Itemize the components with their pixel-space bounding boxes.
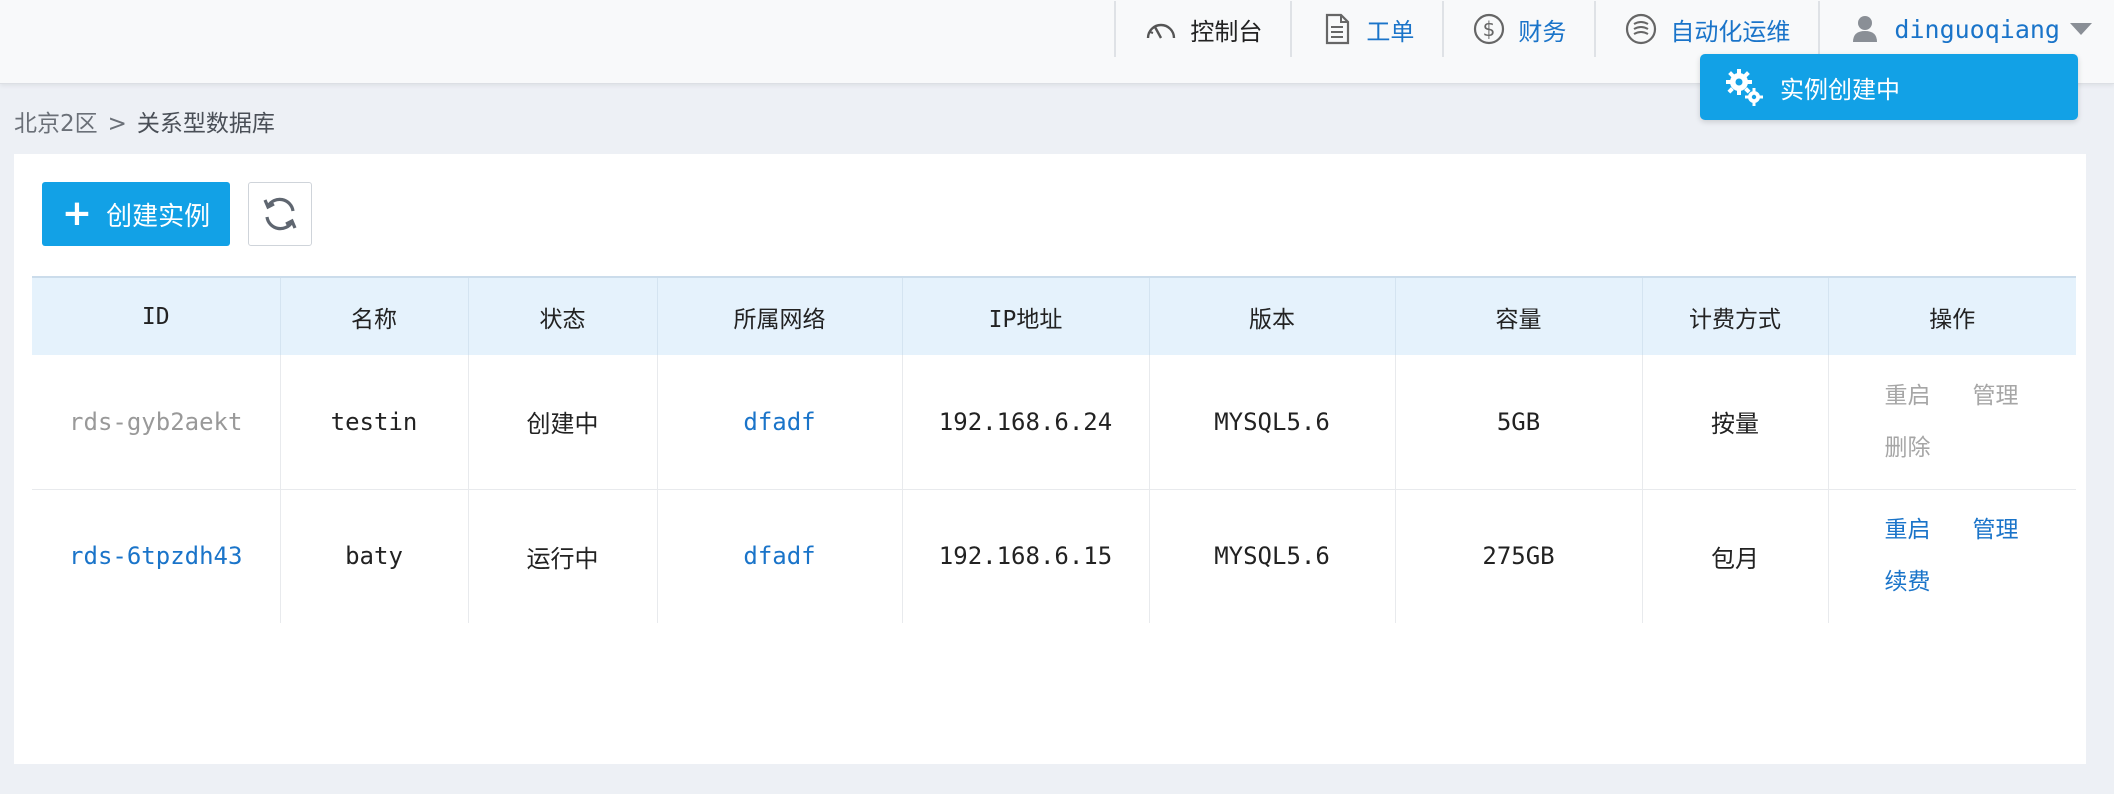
table-row: rds-gyb2aekt testin 创建中 dfadf 192.168.6.… <box>32 355 2076 490</box>
document-icon <box>1320 12 1354 46</box>
username: dinguoqiang <box>1894 14 2060 44</box>
nav-tickets-label: 工单 <box>1366 17 1415 46</box>
column-header: 容量 <box>1395 276 1643 355</box>
column-header: 所属网络 <box>657 276 903 355</box>
renew-action[interactable]: 续费 <box>1885 556 1973 608</box>
column-header: 操作 <box>1828 276 2076 355</box>
version: MYSQL5.6 <box>1149 489 1396 623</box>
column-header: 状态 <box>468 276 658 355</box>
nav-console-label: 控制台 <box>1190 17 1263 46</box>
network-link[interactable]: dfadf <box>657 489 903 623</box>
create-instance-button[interactable]: + 创建实例 <box>42 182 230 246</box>
version: MYSQL5.6 <box>1149 355 1396 490</box>
instance-name: testin <box>280 355 469 490</box>
chevron-down-icon <box>2070 23 2092 35</box>
restart-action[interactable]: 重启 <box>1885 504 1973 556</box>
toolbar: + 创建实例 <box>42 182 312 246</box>
billing-type: 包月 <box>1642 489 1829 623</box>
speedometer-icon <box>1144 12 1178 46</box>
notification-text: 实例创建中 <box>1780 75 1900 104</box>
ip-address: 192.168.6.24 <box>902 355 1150 490</box>
breadcrumb-separator: > <box>107 111 127 137</box>
breadcrumb-region[interactable]: 北京2区 <box>14 111 98 137</box>
notification-toast: 实例创建中 <box>1700 54 2078 120</box>
top-nav: 控制台 工单 $ 财务 自动化运维 dinguoqiang <box>1114 0 2114 58</box>
refresh-button[interactable] <box>248 182 312 246</box>
restart-action[interactable]: 重启 <box>1885 370 1973 422</box>
create-instance-label: 创建实例 <box>106 201 211 232</box>
ip-address: 192.168.6.15 <box>902 489 1150 623</box>
instance-status: 创建中 <box>468 355 658 490</box>
instance-name: baty <box>280 489 469 623</box>
user-menu[interactable]: dinguoqiang <box>1820 0 2114 58</box>
row-actions: 重启 管理 删除 <box>1828 355 2076 490</box>
nav-tickets[interactable]: 工单 <box>1292 0 1442 58</box>
automation-icon <box>1624 12 1658 46</box>
table-row: rds-6tpzdh43 baty 运行中 dfadf 192.168.6.15… <box>32 489 2076 623</box>
instance-id-link[interactable]: rds-6tpzdh43 <box>32 489 281 623</box>
svg-text:$: $ <box>1483 17 1496 41</box>
row-actions: 重启 管理 续费 <box>1828 489 2076 623</box>
billing-type: 按量 <box>1642 355 1829 490</box>
nav-finance-label: 财务 <box>1518 17 1567 46</box>
column-header: 计费方式 <box>1642 276 1829 355</box>
delete-action[interactable]: 删除 <box>1885 422 1973 474</box>
capacity: 275GB <box>1395 489 1643 623</box>
content-panel: + 创建实例 ID 名称 状态 所属网络 IP地址 版本 容量 计费方式 操作 … <box>14 154 2086 764</box>
nav-finance[interactable]: $ 财务 <box>1444 0 1594 58</box>
instances-table: ID 名称 状态 所属网络 IP地址 版本 容量 计费方式 操作 rds-gyb… <box>32 276 2076 623</box>
breadcrumb: 北京2区 > 关系型数据库 <box>14 104 275 138</box>
manage-action[interactable]: 管理 <box>1973 504 2061 556</box>
instance-status: 运行中 <box>468 489 658 623</box>
column-header: 版本 <box>1149 276 1396 355</box>
capacity: 5GB <box>1395 355 1643 490</box>
dollar-icon: $ <box>1472 12 1506 46</box>
nav-console[interactable]: 控制台 <box>1116 0 1290 58</box>
nav-automation[interactable]: 自动化运维 <box>1596 0 1818 58</box>
column-header: 名称 <box>280 276 469 355</box>
manage-action[interactable]: 管理 <box>1973 370 2061 422</box>
refresh-icon <box>263 197 297 231</box>
user-icon <box>1848 12 1882 46</box>
nav-automation-label: 自动化运维 <box>1670 17 1791 46</box>
table-header-row: ID 名称 状态 所属网络 IP地址 版本 容量 计费方式 操作 <box>32 276 2076 355</box>
plus-icon: + <box>61 193 93 234</box>
column-header: ID <box>32 276 281 355</box>
breadcrumb-current: 关系型数据库 <box>136 111 275 137</box>
gears-icon <box>1724 67 1764 107</box>
instance-id: rds-gyb2aekt <box>32 355 281 490</box>
column-header: IP地址 <box>902 276 1150 355</box>
network-link[interactable]: dfadf <box>657 355 903 490</box>
